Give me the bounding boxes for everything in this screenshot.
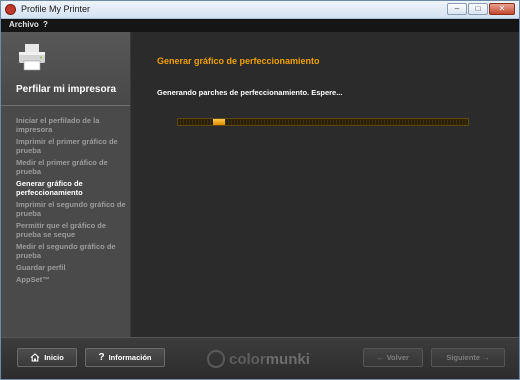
step-item-measure-second-chart: Medir el segundo gráfico de prueba bbox=[16, 242, 116, 260]
close-button[interactable]: ✕ bbox=[489, 3, 515, 15]
home-button[interactable]: Inicio bbox=[17, 348, 77, 367]
sidebar-title: Perfilar mi impresora bbox=[16, 84, 117, 95]
title-bar: Profile My Printer – □ ✕ bbox=[1, 1, 519, 19]
sidebar: Perfilar mi impresora Iniciar el perfila… bbox=[1, 32, 131, 337]
main-panel: Generar gráfico de perfeccionamiento Gen… bbox=[131, 32, 519, 337]
app-window: Profile My Printer – □ ✕ Archivo ? Perfi… bbox=[0, 0, 520, 380]
brand-text-color: color bbox=[229, 350, 266, 368]
colormunki-logo: color munki bbox=[207, 348, 310, 370]
step-item-print-first-chart: Imprimir el primer gráfico de prueba bbox=[16, 137, 118, 155]
step-item-appset: AppSet™ bbox=[16, 275, 50, 284]
step-list: Iniciar el perfilado de la impresora Imp… bbox=[16, 116, 128, 287]
status-message: Generando parches de perfeccionamiento. … bbox=[157, 88, 343, 97]
progress-bar bbox=[177, 118, 469, 126]
minimize-button[interactable]: – bbox=[447, 3, 467, 15]
step-item-generate-refinement-chart: Generar gráfico de perfeccionamiento bbox=[16, 179, 83, 197]
back-button[interactable]: ← Volver bbox=[363, 348, 423, 367]
step-item-save-profile: Guardar perfil bbox=[16, 263, 66, 272]
menu-help[interactable]: ? bbox=[43, 20, 48, 29]
page-title: Generar gráfico de perfeccionamiento bbox=[157, 56, 320, 66]
menu-archivo[interactable]: Archivo bbox=[9, 20, 39, 29]
home-button-label: Inicio bbox=[44, 353, 64, 362]
step-item-start-profiling: Iniciar el perfilado de la impresora bbox=[16, 116, 100, 134]
step-item-let-chart-dry: Permitir que el gráfico de prueba se seq… bbox=[16, 221, 107, 239]
maximize-button[interactable]: □ bbox=[468, 3, 488, 15]
brand-text-munki: munki bbox=[265, 350, 310, 368]
progress-indicator bbox=[213, 119, 225, 125]
brand-mark-icon bbox=[207, 350, 225, 368]
question-mark-icon: ? bbox=[98, 352, 105, 363]
step-item-measure-first-chart: Medir el primer gráfico de prueba bbox=[16, 158, 108, 176]
window-title: Profile My Printer bbox=[21, 4, 91, 14]
info-button-label: Información bbox=[108, 353, 152, 362]
home-icon bbox=[30, 353, 40, 362]
app-logo-icon bbox=[5, 4, 16, 15]
footer-bar: Inicio ? Información color munki ← Volve… bbox=[1, 337, 519, 379]
next-button[interactable]: Siguiente → bbox=[431, 348, 505, 367]
step-item-print-second-chart: Imprimir el segundo gráfico de prueba bbox=[16, 200, 126, 218]
sidebar-header: Perfilar mi impresora bbox=[1, 32, 130, 106]
menu-bar: Archivo ? bbox=[1, 19, 519, 32]
printer-icon bbox=[19, 44, 45, 71]
info-button[interactable]: ? Información bbox=[85, 348, 165, 367]
